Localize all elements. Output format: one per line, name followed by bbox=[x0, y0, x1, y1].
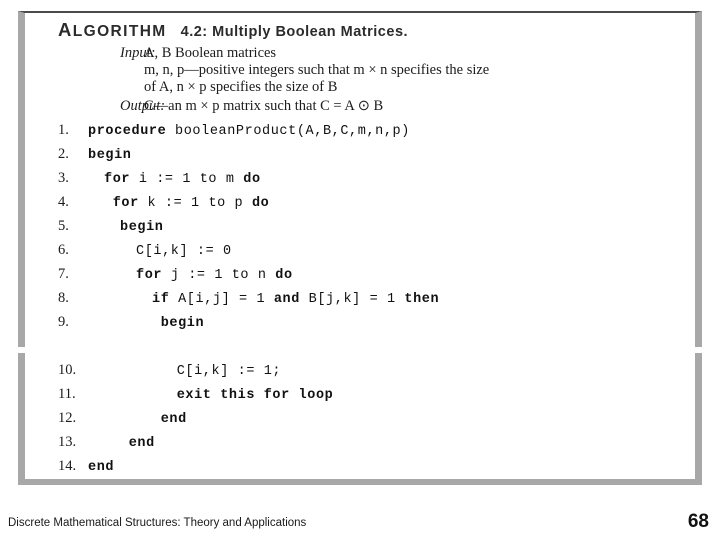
code-line-source: for j := 1 to n do bbox=[136, 268, 293, 283]
code-line: 10. C[i,k] := 1; bbox=[58, 362, 695, 386]
code-line-source: end bbox=[160, 412, 187, 427]
algorithm-figure: ALGORITHM 4.2: Multiply Boolean Matrices.… bbox=[18, 11, 702, 485]
input-body: A, B Boolean matrices m, n, p—positive i… bbox=[144, 45, 695, 96]
algorithm-panel-upper: ALGORITHM 4.2: Multiply Boolean Matrices.… bbox=[18, 11, 702, 347]
code-line: 5. begin bbox=[58, 218, 695, 242]
output-line: C—an m × p matrix such that C = A ⊙ B bbox=[144, 98, 384, 114]
code-line-source: begin bbox=[160, 316, 205, 331]
code-line-source: for i := 1 to m do bbox=[104, 172, 261, 187]
algorithm-keyword: ALGORITHM bbox=[58, 19, 167, 40]
code-line-number: 14. bbox=[58, 458, 77, 474]
code-line-number: 11. bbox=[58, 386, 76, 402]
output-label: Output: bbox=[120, 98, 166, 114]
code-line: 12. end bbox=[58, 410, 695, 434]
code-line-source: C[i,k] := 1; bbox=[176, 364, 282, 379]
algorithm-heading: ALGORITHM 4.2: Multiply Boolean Matrices. bbox=[25, 19, 695, 41]
input-line: m, n, p—positive integers such that m × … bbox=[144, 62, 490, 78]
code-line: 6. C[i,k] := 0 bbox=[58, 242, 695, 266]
algorithm-keyword-initial: A bbox=[58, 19, 73, 40]
code-line-number: 13. bbox=[58, 434, 77, 450]
code-line-source: end bbox=[128, 436, 155, 451]
code-line-number: 12. bbox=[58, 410, 77, 426]
input-row: Input: A, B Boolean matrices m, n, p—pos… bbox=[58, 45, 695, 96]
code-line-number: 8. bbox=[58, 290, 69, 306]
code-line: 14. end bbox=[58, 458, 695, 482]
footer-source: Discrete Mathematical Structures: Theory… bbox=[8, 517, 307, 529]
pseudocode-listing-lower: 10. C[i,k] := 1; 11. exit this for loop 12… bbox=[25, 362, 695, 482]
code-line-source: begin bbox=[88, 148, 132, 163]
code-line-number: 3. bbox=[58, 170, 69, 186]
code-line: 2. begin bbox=[58, 146, 695, 170]
code-line-number: 1. bbox=[58, 122, 69, 138]
input-label: Input: bbox=[120, 45, 156, 61]
pseudocode-listing-upper: 1. procedure booleanProduct(A,B,C,m,n,p) 2… bbox=[25, 122, 695, 338]
code-line-number: 6. bbox=[58, 242, 69, 258]
input-line: of A, n × p specifies the size of B bbox=[144, 79, 338, 95]
code-line-number: 4. bbox=[58, 194, 69, 210]
code-line-source: if A[i,j] = 1 and B[j,k] = 1 then bbox=[152, 292, 440, 307]
code-line: 7. for j := 1 to n do bbox=[58, 266, 695, 290]
input-line: A, B Boolean matrices bbox=[144, 45, 277, 61]
code-line-source: C[i,k] := 0 bbox=[136, 244, 232, 259]
code-line: 4. for k := 1 to p do bbox=[58, 194, 695, 218]
code-line: 8. if A[i,j] = 1 and B[j,k] = 1 then bbox=[58, 290, 695, 314]
algorithm-keyword-rest: LGORITHM bbox=[72, 23, 167, 40]
code-line-source: procedure booleanProduct(A,B,C,m,n,p) bbox=[88, 124, 410, 139]
code-line: 3. for i := 1 to m do bbox=[58, 170, 695, 194]
code-line-number: 2. bbox=[58, 146, 69, 162]
code-line-number: 10. bbox=[58, 362, 77, 378]
output-body: C—an m × p matrix such that C = A ⊙ B bbox=[144, 98, 695, 115]
algorithm-title: 4.2: Multiply Boolean Matrices. bbox=[180, 24, 409, 40]
code-line: 1. procedure booleanProduct(A,B,C,m,n,p) bbox=[58, 122, 695, 146]
footer-page-number: 68 bbox=[687, 511, 709, 532]
code-line-number: 9. bbox=[58, 314, 69, 330]
code-line-number: 5. bbox=[58, 218, 69, 234]
code-line-number: 7. bbox=[58, 266, 69, 282]
code-line-source: begin bbox=[120, 220, 164, 235]
algorithm-panel-lower: 10. C[i,k] := 1; 11. exit this for loop 12… bbox=[18, 353, 702, 485]
code-line-source: end bbox=[88, 460, 115, 475]
code-line-source: for k := 1 to p do bbox=[112, 196, 270, 211]
code-line-source: exit this for loop bbox=[176, 388, 334, 403]
code-line: 9. begin bbox=[58, 314, 695, 338]
code-line: 11. exit this for loop bbox=[58, 386, 695, 410]
output-row: Output: C—an m × p matrix such that C = … bbox=[58, 98, 695, 115]
code-line: 13. end bbox=[58, 434, 695, 458]
io-specification: Input: A, B Boolean matrices m, n, p—pos… bbox=[25, 45, 695, 115]
